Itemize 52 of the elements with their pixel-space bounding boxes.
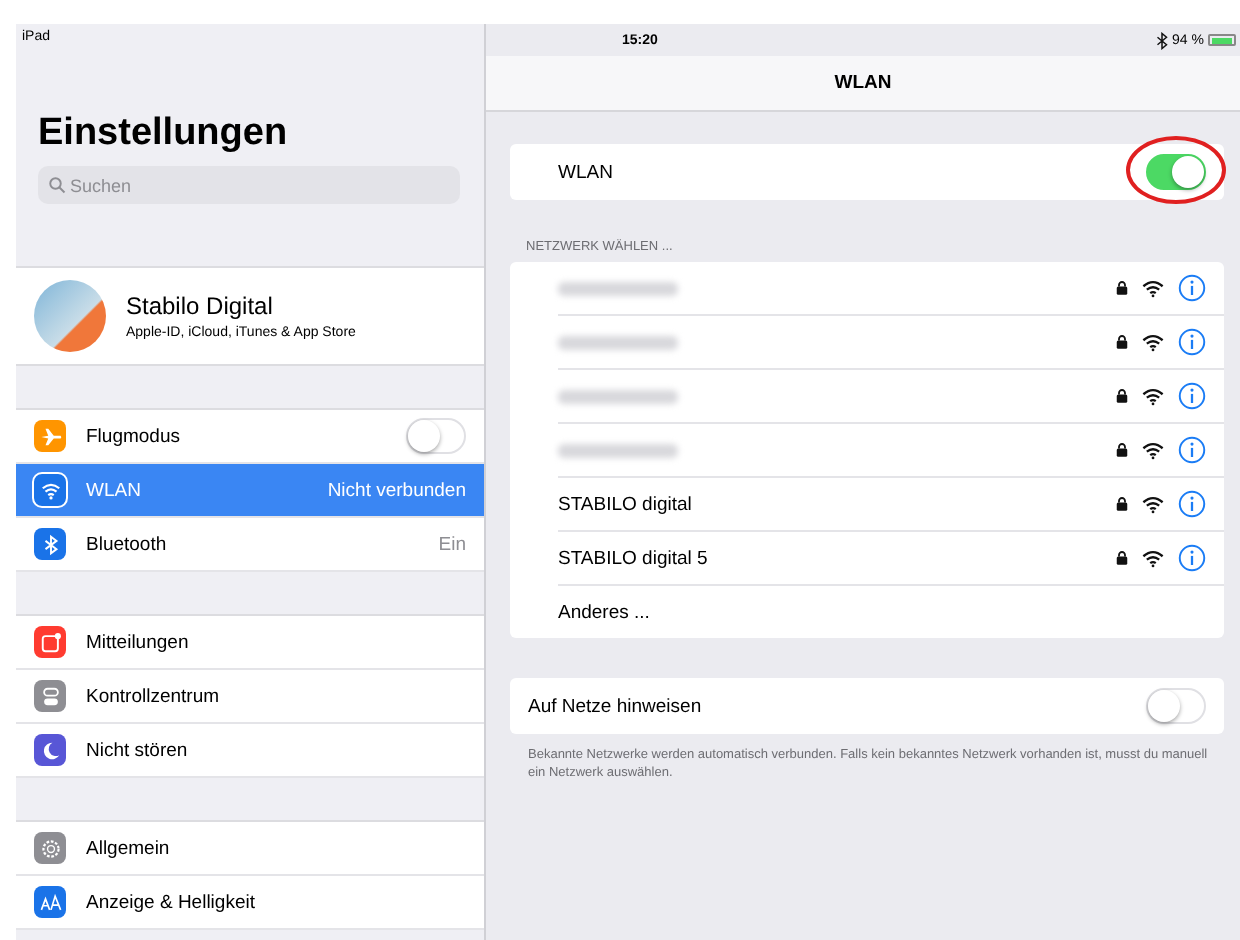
info-icon[interactable]: [1178, 382, 1206, 410]
settings-row[interactable]: Allgemein: [16, 822, 484, 876]
wifi-icon: [1142, 333, 1164, 351]
wlan-label: WLAN: [558, 161, 613, 183]
row-label: Allgemein: [86, 837, 172, 859]
settings-row[interactable]: Kontrollzentrum: [16, 670, 484, 724]
info-icon[interactable]: [1178, 544, 1206, 572]
network-row[interactable]: Anderes ...: [558, 586, 1224, 638]
row-label: WLAN: [86, 479, 143, 501]
page-title: WLAN: [834, 72, 892, 94]
settings-row[interactable]: Nicht stören: [16, 724, 484, 778]
battery-icon: [1208, 34, 1236, 46]
toggle-switch[interactable]: [1146, 154, 1206, 190]
network-name: Anderes ...: [558, 601, 652, 623]
row-label: Bluetooth: [86, 533, 169, 555]
row-value: Ein: [438, 533, 466, 555]
row-label: Mitteilungen: [86, 631, 191, 653]
settings-title: Einstellungen: [38, 112, 290, 156]
blurred-network-name: [558, 335, 678, 349]
info-icon[interactable]: [1178, 490, 1206, 518]
row-label: Kontrollzentrum: [86, 685, 222, 707]
info-icon[interactable]: [1178, 328, 1206, 356]
row-label: Nicht stören: [86, 739, 190, 761]
ask-networks-label: Auf Netze hinweisen: [528, 695, 702, 717]
wifi-icon: [1142, 441, 1164, 459]
search-field[interactable]: Suchen: [38, 166, 460, 204]
info-icon[interactable]: [1178, 274, 1206, 302]
avatar-placeholder: [34, 280, 106, 352]
wifi-icon: [1142, 549, 1164, 567]
row-label: Anzeige & Helligkeit: [86, 891, 257, 913]
network-name: STABILO digital 5: [558, 547, 710, 569]
bluetooth-icon: [1156, 31, 1169, 49]
search-icon: [48, 176, 66, 194]
wifi-icon: [1142, 387, 1164, 405]
blurred-network-name: [558, 443, 678, 457]
settings-row[interactable]: Anzeige & Helligkeit: [16, 876, 484, 930]
blurred-network-name: [558, 389, 678, 403]
wifi-icon: [1142, 279, 1164, 297]
row-value: Nicht verbunden: [327, 479, 466, 501]
row-label: Flugmodus: [86, 425, 182, 447]
network-name: STABILO digital: [558, 493, 694, 515]
info-icon[interactable]: [1178, 436, 1206, 464]
toggle-switch[interactable]: [406, 418, 466, 454]
settings-row[interactable]: WLAN Nicht verbunden: [16, 464, 484, 518]
blurred-network-name: [558, 281, 678, 295]
network-row[interactable]: STABILO digital 5: [558, 532, 1224, 586]
profile-name: Stabilo Digital: [126, 292, 275, 320]
settings-row[interactable]: Bluetooth Ein: [16, 518, 484, 572]
network-row[interactable]: STABILO digital: [558, 478, 1224, 532]
wifi-icon: [1142, 495, 1164, 513]
toggle-switch[interactable]: [1146, 688, 1206, 724]
settings-row[interactable]: Mitteilungen: [16, 616, 484, 670]
